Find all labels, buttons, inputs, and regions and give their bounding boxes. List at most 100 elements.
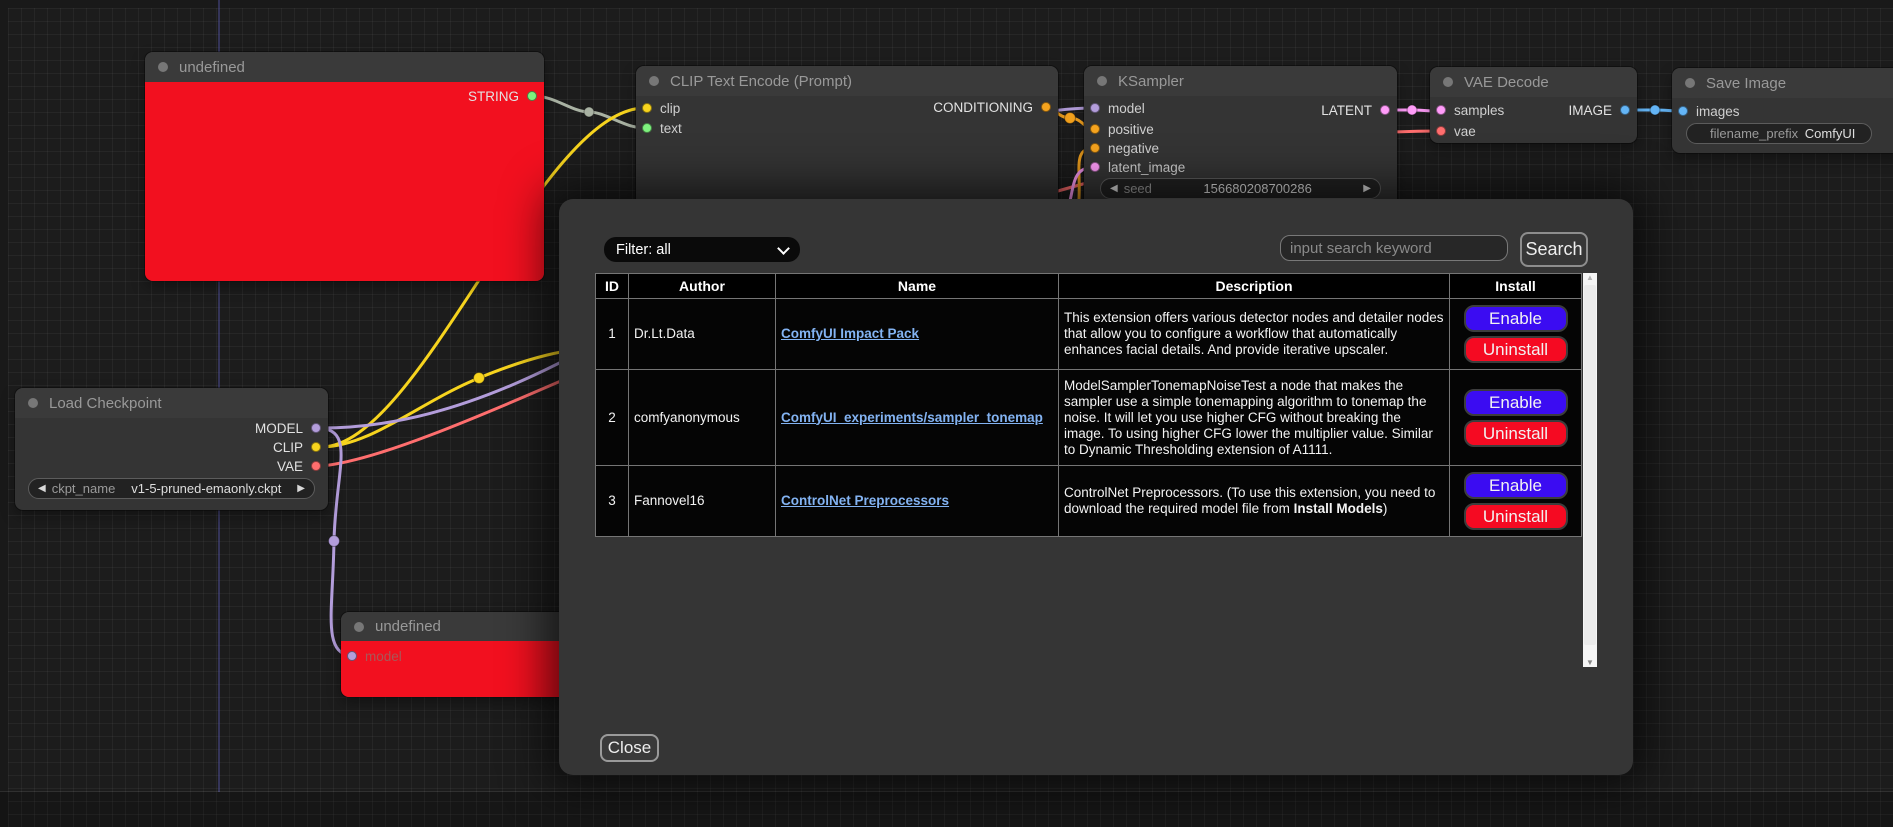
- node-ksampler[interactable]: KSampler model positive negative latent_…: [1084, 66, 1397, 211]
- vae-out-slot-dot[interactable]: [311, 461, 321, 471]
- model-slot-dot[interactable]: [347, 651, 357, 661]
- node-vae-decode[interactable]: VAE Decode samples vae IMAGE: [1430, 67, 1637, 143]
- cell-author: Fannovel16: [629, 466, 776, 537]
- clip-out-slot-dot[interactable]: [311, 442, 321, 452]
- column-header-install: Install: [1450, 274, 1582, 299]
- uninstall-button[interactable]: Uninstall: [1464, 336, 1568, 363]
- node-load-checkpoint[interactable]: Load Checkpoint MODEL CLIP VAE ◀ ckpt_na…: [15, 388, 328, 510]
- widget-value[interactable]: ComfyUI: [1798, 126, 1862, 141]
- cell-author: comfyanonymous: [629, 370, 776, 466]
- slot-label: MODEL: [255, 421, 303, 436]
- images-slot-dot[interactable]: [1678, 106, 1688, 116]
- input-slot-latent-image: latent_image: [1090, 157, 1185, 177]
- node-title: KSampler: [1118, 73, 1184, 90]
- model-slot-dot[interactable]: [1090, 103, 1100, 113]
- increment-arrow-icon[interactable]: ▶: [1363, 183, 1371, 194]
- cell-description: ModelSamplerTonemapNoiseTest a node that…: [1059, 370, 1450, 466]
- slot-label: model: [365, 649, 402, 664]
- scrollbar-thumb[interactable]: [1584, 285, 1596, 645]
- widget-value[interactable]: v1-5-pruned-emaonly.ckpt: [115, 481, 297, 496]
- table-row: 1 Dr.Lt.Data ComfyUI Impact Pack This ex…: [596, 299, 1582, 370]
- chevron-down-icon: [777, 242, 790, 255]
- vae-slot-dot[interactable]: [1436, 126, 1446, 136]
- node-title-bar[interactable]: undefined: [145, 52, 544, 82]
- string-slot-dot[interactable]: [527, 91, 537, 101]
- extensions-table: ID Author Name Description Install 1 Dr.…: [595, 273, 1582, 537]
- slot-label: latent_image: [1108, 160, 1185, 175]
- conditioning-slot-dot[interactable]: [1041, 102, 1051, 112]
- scroll-up-arrow-icon[interactable]: ▲: [1586, 273, 1594, 282]
- output-slot-vae: VAE: [277, 456, 321, 476]
- node-status-dot-icon: [28, 398, 38, 408]
- image-slot-dot[interactable]: [1620, 105, 1630, 115]
- scroll-down-arrow-icon[interactable]: ▼: [1586, 658, 1594, 667]
- table-row: 2 comfyanonymous ComfyUI_experiments/sam…: [596, 370, 1582, 466]
- extension-link[interactable]: ControlNet Preprocessors: [781, 493, 949, 508]
- extension-link[interactable]: ComfyUI Impact Pack: [781, 326, 919, 341]
- table-scrollbar[interactable]: ▲ ▼: [1583, 273, 1597, 667]
- prev-arrow-icon[interactable]: ◀: [38, 483, 46, 494]
- node-title-bar[interactable]: KSampler: [1084, 66, 1397, 96]
- search-input[interactable]: [1280, 235, 1508, 261]
- decrement-arrow-icon[interactable]: ◀: [1110, 183, 1118, 194]
- slot-label: CLIP: [273, 440, 303, 455]
- node-status-dot-icon: [158, 62, 168, 72]
- latent-slot-dot[interactable]: [1090, 162, 1100, 172]
- slot-label: LATENT: [1321, 103, 1372, 118]
- node-title: VAE Decode: [1464, 74, 1549, 91]
- slot-label: STRING: [468, 89, 519, 104]
- column-header-description: Description: [1059, 274, 1450, 299]
- custom-node-manager-dialog: Filter: all Search ID Author Name Descri…: [559, 199, 1633, 775]
- node-title: Load Checkpoint: [49, 395, 162, 412]
- close-button-label: Close: [608, 738, 651, 758]
- comfyui-canvas[interactable]: undefined STRING CLIP Text Encode (Promp…: [0, 0, 1893, 827]
- enable-button[interactable]: Enable: [1464, 472, 1568, 499]
- filter-dropdown[interactable]: Filter: all: [604, 237, 800, 262]
- widget-value[interactable]: 156680208700286: [1152, 181, 1363, 196]
- search-button[interactable]: Search: [1520, 232, 1588, 267]
- uninstall-button[interactable]: Uninstall: [1464, 420, 1568, 447]
- column-header-author: Author: [629, 274, 776, 299]
- widget-label: seed: [1124, 181, 1152, 196]
- widget-label: filename_prefix: [1710, 126, 1798, 141]
- seed-widget[interactable]: ◀ seed 156680208700286 ▶: [1100, 178, 1381, 199]
- input-slot-positive: positive: [1090, 119, 1154, 139]
- filter-dropdown-value: Filter: all: [616, 242, 671, 258]
- node-clip-text-encode[interactable]: CLIP Text Encode (Prompt) clip text COND…: [636, 66, 1058, 212]
- input-slot-text: text: [642, 118, 682, 138]
- enable-button[interactable]: Enable: [1464, 389, 1568, 416]
- node-save-image[interactable]: Save Image images filename_prefix ComfyU…: [1672, 68, 1893, 153]
- positive-slot-dot[interactable]: [1090, 124, 1100, 134]
- cell-id: 3: [596, 466, 629, 537]
- slot-label: samples: [1454, 103, 1504, 118]
- next-arrow-icon[interactable]: ▶: [297, 483, 305, 494]
- uninstall-button[interactable]: Uninstall: [1464, 503, 1568, 530]
- input-slot-model: model: [1090, 98, 1145, 118]
- output-slot-image: IMAGE: [1568, 100, 1630, 120]
- extension-link[interactable]: ComfyUI_experiments/sampler_tonemap: [781, 410, 1043, 425]
- node-title-bar[interactable]: Save Image: [1672, 68, 1893, 98]
- node-title-bar[interactable]: CLIP Text Encode (Prompt): [636, 66, 1058, 96]
- slot-label: negative: [1108, 141, 1159, 156]
- clip-slot-dot[interactable]: [642, 103, 652, 113]
- samples-slot-dot[interactable]: [1436, 105, 1446, 115]
- ckpt-name-widget[interactable]: ◀ ckpt_name v1-5-pruned-emaonly.ckpt ▶: [28, 478, 315, 499]
- node-title: Save Image: [1706, 75, 1786, 92]
- enable-button[interactable]: Enable: [1464, 305, 1568, 332]
- node-title-bar[interactable]: Load Checkpoint: [15, 388, 328, 418]
- slot-label: vae: [1454, 124, 1476, 139]
- close-button[interactable]: Close: [600, 734, 659, 762]
- negative-slot-dot[interactable]: [1090, 143, 1100, 153]
- output-slot-model: MODEL: [255, 418, 321, 438]
- text-slot-dot[interactable]: [642, 123, 652, 133]
- node-undefined-top[interactable]: undefined STRING: [145, 52, 544, 281]
- node-status-dot-icon: [1443, 77, 1453, 87]
- model-out-slot-dot[interactable]: [311, 423, 321, 433]
- output-slot-clip: CLIP: [273, 437, 321, 457]
- search-button-label: Search: [1525, 239, 1582, 260]
- filename-prefix-widget[interactable]: filename_prefix ComfyUI: [1686, 123, 1872, 144]
- output-slot-conditioning: CONDITIONING: [933, 97, 1051, 117]
- slot-label: clip: [660, 101, 680, 116]
- node-title-bar[interactable]: VAE Decode: [1430, 67, 1637, 97]
- latent-out-slot-dot[interactable]: [1380, 105, 1390, 115]
